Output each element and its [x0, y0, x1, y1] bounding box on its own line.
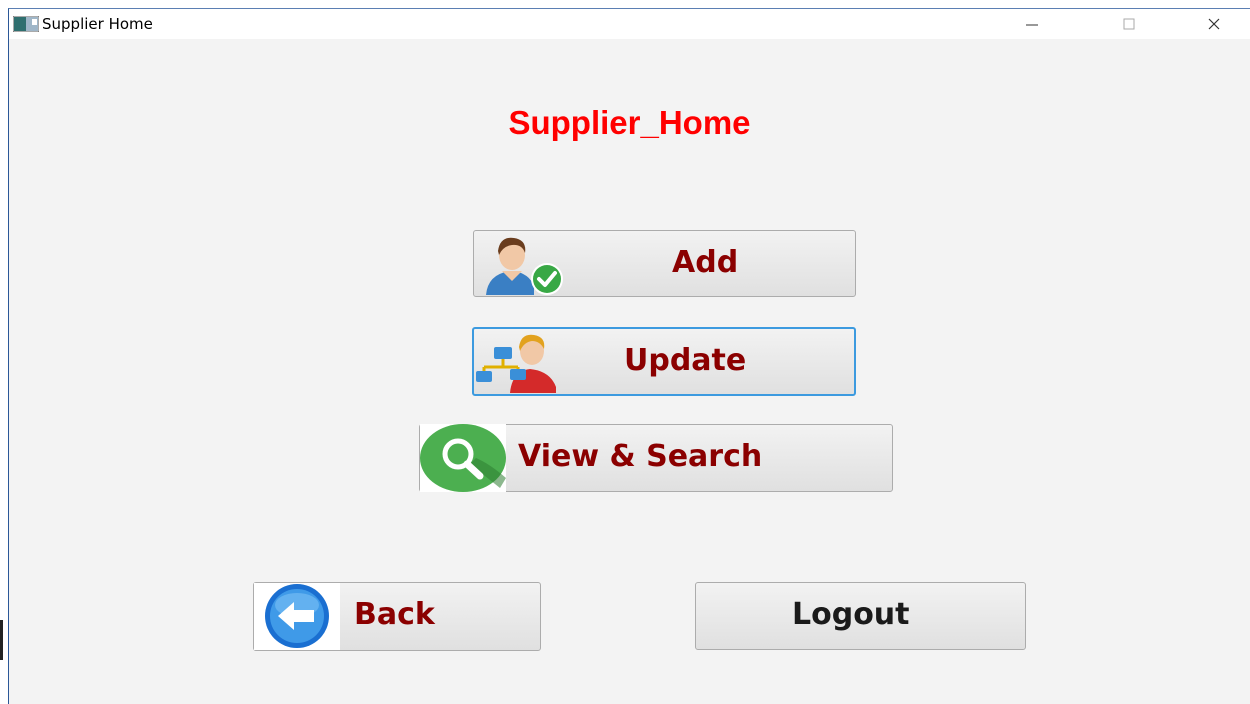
back-button[interactable]: Back	[253, 582, 541, 651]
magnifier-icon	[420, 424, 506, 492]
back-arrow-icon	[254, 583, 340, 650]
maximize-button[interactable]	[1106, 9, 1152, 39]
user-check-icon	[486, 237, 563, 295]
close-button[interactable]	[1191, 9, 1237, 39]
supplier-home-window: Supplier Home Supplier_Home Add Update V…	[8, 8, 1250, 704]
desktop-edge	[0, 620, 3, 660]
window-title: Supplier Home	[42, 15, 153, 33]
title-bar: Supplier Home	[9, 9, 1250, 39]
add-button-label: Add	[672, 245, 739, 280]
add-button[interactable]: Add	[473, 230, 856, 297]
close-icon	[1208, 18, 1220, 30]
logout-button[interactable]: Logout	[695, 582, 1026, 650]
logout-button-label: Logout	[792, 597, 910, 632]
user-network-icon	[476, 334, 556, 393]
view-search-button-label: View & Search	[518, 439, 763, 474]
view-search-button[interactable]: View & Search	[419, 424, 893, 492]
update-button[interactable]: Update	[472, 327, 856, 396]
update-button-label: Update	[624, 343, 747, 378]
minimize-button[interactable]	[1009, 9, 1055, 39]
app-icon	[13, 16, 39, 32]
minimize-icon	[1026, 24, 1038, 26]
page-heading: Supplier_Home	[508, 104, 751, 141]
maximize-icon	[1123, 18, 1135, 30]
back-button-label: Back	[354, 597, 435, 632]
